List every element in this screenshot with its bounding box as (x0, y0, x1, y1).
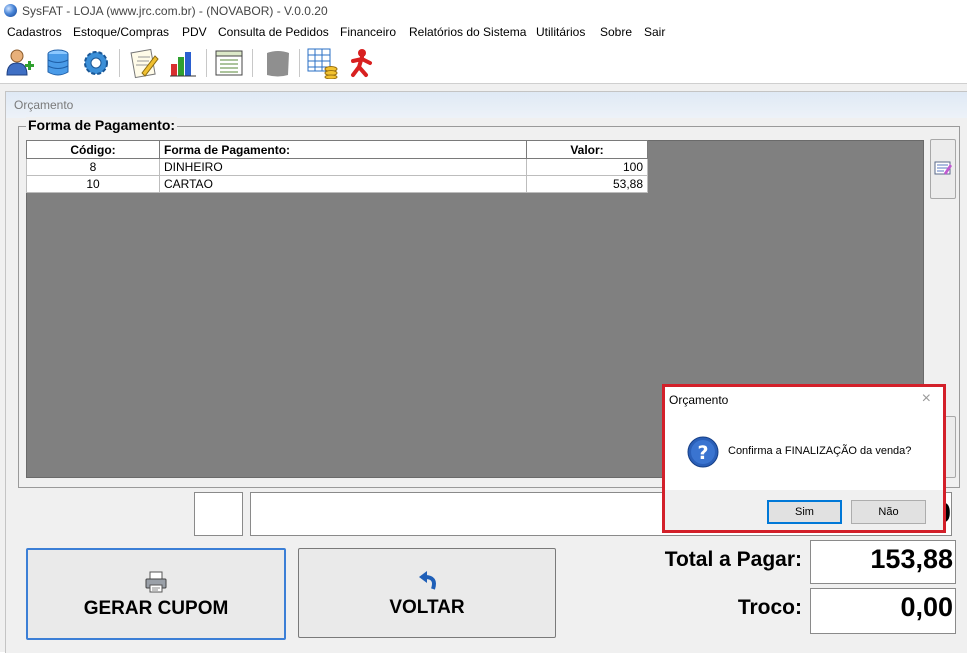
column-header-valor[interactable]: Valor: (526, 140, 648, 159)
total-value-field: 153,88 (810, 540, 956, 584)
menu-financeiro[interactable]: Financeiro (340, 25, 396, 39)
total-label: Total a Pagar: (664, 548, 802, 571)
menu-cadastros[interactable]: Cadastros (7, 25, 62, 39)
table-row[interactable]: 8 DINHEIRO 100 (26, 158, 648, 176)
payment-code-input[interactable] (194, 492, 243, 536)
cell-codigo[interactable]: 10 (26, 175, 160, 193)
printer-icon (145, 571, 167, 593)
menu-bar: Cadastros Estoque/Compras PDV Consulta d… (0, 22, 967, 42)
toolbar-separator (119, 49, 120, 77)
gerar-cupom-button[interactable]: GERAR CUPOM (26, 548, 286, 640)
settings-gear-icon[interactable] (80, 47, 112, 79)
database-icon[interactable] (42, 47, 74, 79)
dialog-highlight-frame (662, 384, 946, 533)
form-title: Orçamento (14, 98, 74, 112)
troco-value: 0,00 (900, 592, 953, 622)
menu-sobre[interactable]: Sobre (600, 25, 632, 39)
app-globe-icon (4, 4, 17, 17)
edit-payment-button[interactable] (930, 139, 956, 199)
orcamento-header (6, 92, 967, 118)
cell-valor[interactable]: 100 (526, 158, 648, 176)
gerar-cupom-label: GERAR CUPOM (83, 598, 229, 619)
bar-chart-icon[interactable] (167, 47, 199, 79)
cell-forma[interactable]: DINHEIRO (159, 158, 527, 176)
document-edit-icon[interactable] (128, 47, 160, 79)
troco-value-field: 0,00 (810, 588, 956, 634)
toolbar-separator (299, 49, 300, 77)
menu-relatorios[interactable]: Relatórios do Sistema (409, 25, 526, 39)
window-title: SysFAT - LOJA (www.jrc.com.br) - (NOVABO… (22, 4, 328, 18)
column-header-forma[interactable]: Forma de Pagamento: (159, 140, 527, 159)
exit-figure-icon[interactable] (345, 47, 377, 79)
spreadsheet-coins-icon[interactable] (306, 47, 338, 80)
undo-arrow-icon (419, 571, 436, 590)
cell-forma[interactable]: CARTAO (159, 175, 527, 193)
menu-sair[interactable]: Sair (644, 25, 665, 39)
disabled-icon (262, 47, 294, 79)
voltar-button[interactable]: VOLTAR (298, 548, 556, 638)
total-value: 153,88 (870, 544, 953, 574)
payment-table: Código: Forma de Pagamento: Valor: 8 DIN… (26, 140, 648, 193)
menu-utilitarios[interactable]: Utilitários (536, 25, 585, 39)
troco-label: Troco: (737, 596, 802, 619)
table-row[interactable]: 10 CARTAO 53,88 (26, 175, 648, 193)
menu-estoque-compras[interactable]: Estoque/Compras (73, 25, 169, 39)
edit-list-icon (934, 161, 952, 175)
toolbar-separator (252, 49, 253, 77)
cell-codigo[interactable]: 8 (26, 158, 160, 176)
voltar-label: VOLTAR (389, 597, 465, 618)
title-bar: SysFAT - LOJA (www.jrc.com.br) - (NOVABO… (0, 0, 967, 22)
toolbar (0, 43, 967, 84)
report-list-icon[interactable] (213, 47, 245, 79)
payment-group-title: Forma de Pagamento: (26, 117, 178, 133)
menu-consulta-pedidos[interactable]: Consulta de Pedidos (218, 25, 329, 39)
user-add-icon[interactable] (4, 47, 36, 79)
menu-pdv[interactable]: PDV (182, 25, 207, 39)
cell-valor[interactable]: 53,88 (526, 175, 648, 193)
toolbar-separator (206, 49, 207, 77)
column-header-codigo[interactable]: Código: (26, 140, 160, 159)
